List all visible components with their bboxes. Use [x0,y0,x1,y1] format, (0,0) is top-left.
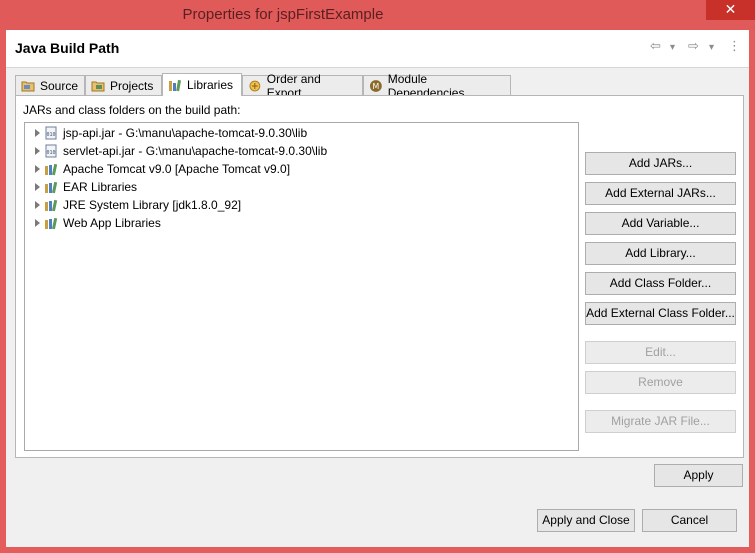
svg-text:M: M [372,81,379,90]
forward-history-dropdown-icon[interactable]: ▾ [709,42,714,53]
tree-item-jsp-api-jar[interactable]: 010 jsp-api.jar - G:\manu\apache-tomcat-… [25,124,307,142]
tab-projects[interactable]: Projects [85,75,162,95]
add-variable-button[interactable]: Add Variable... [585,212,736,235]
tab-source[interactable]: Source [15,75,85,95]
tree-item-ear-libraries[interactable]: EAR Libraries [25,178,137,196]
back-history-dropdown-icon[interactable]: ▾ [670,42,675,53]
tab-order-and-export[interactable]: Order and Export [242,72,363,100]
source-folder-icon [21,81,35,91]
library-icon [45,163,58,176]
tab-source-label: Source [40,78,79,93]
tree-item-label: Web App Libraries [63,216,161,230]
build-path-label: JARs and class folders on the build path… [23,103,241,117]
tree-item-apache-tomcat[interactable]: Apache Tomcat v9.0 [Apache Tomcat v9.0] [25,160,290,178]
tab-libraries[interactable]: Libraries [162,73,242,96]
tree-item-web-app-libraries[interactable]: Web App Libraries [25,214,161,232]
tree-item-jre-system-library[interactable]: JRE System Library [jdk1.8.0_92] [25,196,241,214]
expand-arrow-icon[interactable] [35,129,40,137]
build-path-tree[interactable]: 010 jsp-api.jar - G:\manu\apache-tomcat-… [24,122,579,451]
jar-icon: 010 [45,144,57,158]
page-title: Java Build Path [15,40,120,56]
tree-item-label: jsp-api.jar - G:\manu\apache-tomcat-9.0.… [63,126,308,140]
edit-button[interactable]: Edit... [585,341,736,364]
tree-item-label: JRE System Library [jdk1.8.0_92] [63,198,242,212]
cancel-button[interactable]: Cancel [642,509,737,532]
tab-projects-label: Projects [110,78,154,93]
libraries-panel: JARs and class folders on the build path… [15,95,744,458]
tree-item-label: EAR Libraries [63,180,138,194]
libraries-icon [169,79,182,92]
tree-item-label: servlet-api.jar - G:\manu\apache-tomcat-… [63,144,328,158]
dialog-client: Java Build Path ⇦ ▾ ⇨ ▾ ⋮ Source Project… [6,30,749,547]
add-library-button[interactable]: Add Library... [585,242,736,265]
tree-item-servlet-api-jar[interactable]: 010 servlet-api.jar - G:\manu\apache-tom… [25,142,327,160]
expand-arrow-icon[interactable] [35,219,40,227]
apply-button[interactable]: Apply [654,464,743,487]
expand-arrow-icon[interactable] [35,147,40,155]
expand-arrow-icon[interactable] [35,201,40,209]
tab-libraries-label: Libraries [187,78,234,92]
add-class-folder-button[interactable]: Add Class Folder... [585,272,736,295]
tab-module-dependencies[interactable]: M Module Dependencies [363,72,511,100]
jar-icon: 010 [45,126,57,140]
remove-button[interactable]: Remove [585,371,736,394]
view-menu-icon[interactable]: ⋮ [728,39,741,54]
library-icon [45,199,58,212]
migrate-jar-file-button[interactable]: Migrate JAR File... [585,410,736,433]
forward-icon[interactable]: ⇨ [688,39,699,54]
title-bar: Properties for jspFirstExample ✕ [0,0,755,30]
page-header: Java Build Path ⇦ ▾ ⇨ ▾ ⋮ [6,30,749,68]
tree-item-label: Apache Tomcat v9.0 [Apache Tomcat v9.0] [63,162,291,176]
library-icon [45,217,58,230]
svg-text:010: 010 [46,150,55,156]
svg-text:010: 010 [46,132,55,138]
close-window-button[interactable]: ✕ [706,0,755,20]
order-export-icon [249,80,261,91]
expand-arrow-icon[interactable] [35,165,40,173]
expand-arrow-icon[interactable] [35,183,40,191]
add-external-class-folder-button[interactable]: Add External Class Folder... [585,302,736,325]
library-icon [45,181,58,194]
back-icon[interactable]: ⇦ [650,39,661,54]
add-external-jars-button[interactable]: Add External JARs... [585,182,736,205]
add-jars-button[interactable]: Add JARs... [585,152,736,175]
window-title: Properties for jspFirstExample [182,6,384,23]
module-icon: M [369,79,382,92]
apply-and-close-button[interactable]: Apply and Close [537,509,635,532]
projects-folder-icon [91,81,105,91]
